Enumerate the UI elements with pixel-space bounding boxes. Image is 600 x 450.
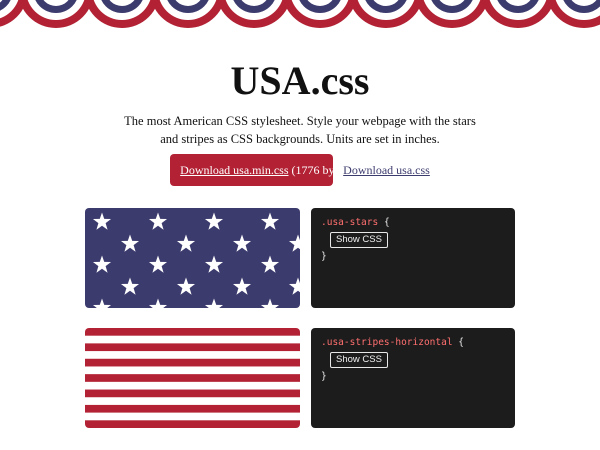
star-icon bbox=[92, 298, 112, 308]
usa-stripes-horizontal-preview bbox=[85, 328, 300, 428]
code-line-selector: .usa-stars { bbox=[321, 216, 505, 230]
open-brace: { bbox=[458, 337, 465, 348]
red-stripe bbox=[85, 389, 300, 398]
open-brace: { bbox=[383, 217, 390, 228]
star-icon bbox=[92, 212, 112, 230]
code-line-button: Show CSS bbox=[321, 350, 505, 370]
star-icon bbox=[204, 255, 224, 273]
usa-stars-code-card: .usa-stars { Show CSS } bbox=[311, 208, 515, 308]
red-stripe bbox=[85, 420, 300, 428]
red-stripe bbox=[85, 358, 300, 367]
show-css-button[interactable]: Show CSS bbox=[330, 232, 388, 248]
code-line-selector: .usa-stripes-horizontal { bbox=[321, 336, 505, 350]
download-link[interactable]: Download usa.css bbox=[343, 163, 430, 178]
show-css-button[interactable]: Show CSS bbox=[330, 352, 388, 368]
star-icon bbox=[260, 212, 280, 230]
star-icon bbox=[232, 277, 252, 295]
star-icon bbox=[148, 212, 168, 230]
usa-stripes-code-card: .usa-stripes-horizontal { Show CSS } bbox=[311, 328, 515, 428]
stripes-pattern bbox=[85, 328, 300, 428]
code-line-button: Show CSS bbox=[321, 230, 505, 250]
css-selector: .usa-stripes-horizontal bbox=[321, 337, 453, 348]
star-icon bbox=[92, 255, 112, 273]
download-min-label: Download usa.min.css bbox=[180, 163, 289, 177]
star-icon bbox=[288, 234, 300, 252]
star-icon bbox=[260, 255, 280, 273]
close-brace: } bbox=[321, 251, 327, 262]
page-title: USA.css bbox=[230, 58, 370, 103]
download-min-button[interactable]: Download usa.min.css (1776 bytes) bbox=[170, 154, 352, 186]
red-stripe bbox=[85, 374, 300, 382]
star-icon bbox=[288, 277, 300, 295]
red-stripe bbox=[85, 343, 300, 352]
stars-pattern bbox=[92, 212, 300, 308]
star-icon bbox=[204, 212, 224, 230]
usa-stars-preview bbox=[85, 208, 300, 308]
star-icon bbox=[148, 298, 168, 308]
bunting-decoration bbox=[0, 0, 600, 28]
red-stripe bbox=[85, 404, 300, 413]
star-icon bbox=[176, 234, 196, 252]
close-brace: } bbox=[321, 371, 327, 382]
star-icon bbox=[120, 277, 140, 295]
star-icon bbox=[260, 298, 280, 308]
css-selector: .usa-stars bbox=[321, 217, 379, 228]
download-actions: Download usa.min.css (1776 bytes) Downlo… bbox=[0, 154, 600, 186]
page-tagline: The most American CSS stylesheet. Style … bbox=[124, 114, 476, 146]
star-icon bbox=[120, 234, 140, 252]
star-icon bbox=[148, 255, 168, 273]
red-stripe bbox=[85, 328, 300, 336]
star-icon bbox=[176, 277, 196, 295]
star-icon bbox=[204, 298, 224, 308]
star-icon bbox=[232, 234, 252, 252]
